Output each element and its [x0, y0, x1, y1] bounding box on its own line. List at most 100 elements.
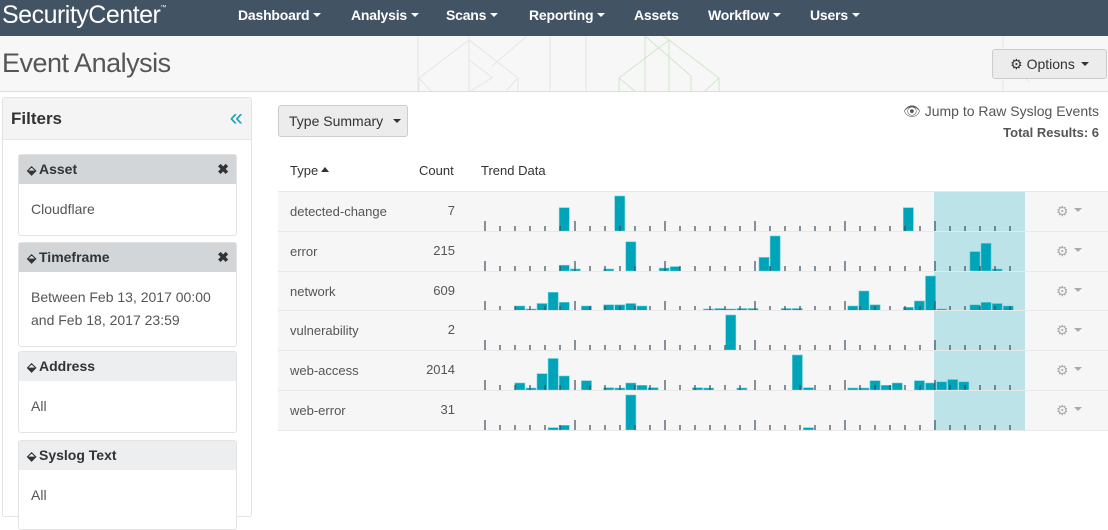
row-actions-button[interactable]: ⚙	[1056, 402, 1082, 419]
view-type-label: Type Summary	[289, 113, 384, 129]
trend-bar	[625, 394, 637, 430]
trend-bar	[980, 301, 992, 311]
caret-down-icon	[1073, 208, 1082, 213]
column-header-count[interactable]: Count	[419, 163, 454, 178]
filter-value[interactable]: All	[19, 470, 236, 521]
gear-icon: ⚙	[1056, 322, 1069, 339]
table-row[interactable]: detected-change 7 ⚙	[278, 191, 1108, 231]
nav-label: Workflow	[708, 7, 770, 23]
filter-address: ⬙ Address All	[18, 351, 237, 433]
options-label: Options	[1026, 56, 1075, 72]
pin-icon: ⬙	[27, 163, 37, 177]
column-header-type[interactable]: Type	[290, 163, 330, 178]
trend-bar	[558, 375, 570, 391]
trend-sparkline	[484, 391, 1025, 430]
filter-value[interactable]: Between Feb 13, 2017 00:00 and Feb 18, 2…	[19, 272, 236, 346]
jump-to-raw-link[interactable]: 👁︎ Jump to Raw Syslog Events	[903, 103, 1099, 120]
trend-bar	[969, 251, 981, 271]
trend-sparkline	[484, 311, 1025, 351]
pin-icon: ⬙	[27, 251, 37, 265]
nav-label: Reporting	[529, 7, 594, 23]
trend-bar	[725, 315, 737, 351]
nav-label: Analysis	[351, 7, 407, 23]
nav-assets[interactable]: Assets	[634, 0, 679, 36]
event-type: vulnerability	[290, 323, 359, 339]
table-row[interactable]: web-error 31 ⚙	[278, 390, 1108, 430]
filters-panel: Filters « ⬙ Asset ✖ Cloudflare ⬙ Timeframe…	[2, 97, 252, 530]
total-results: Total Results: 6	[1003, 125, 1099, 140]
trend-bar	[791, 354, 803, 391]
event-type: detected-change	[290, 204, 387, 219]
table-row[interactable]: error 215 ⚙	[278, 230, 1108, 271]
trend-bar	[980, 242, 992, 271]
trend-bar	[547, 291, 559, 311]
table-row[interactable]: network 609 ⚙	[278, 270, 1108, 311]
row-actions-button[interactable]: ⚙	[1056, 243, 1082, 260]
filter-value[interactable]: All	[19, 381, 236, 432]
event-count: 215	[433, 242, 455, 258]
pin-icon: ⬙	[27, 449, 37, 463]
caret-down-icon	[1073, 287, 1082, 292]
nav-label: Assets	[634, 7, 679, 23]
event-type: error	[290, 243, 318, 259]
nav-analysis[interactable]: Analysis	[351, 0, 419, 36]
caret-down-icon	[490, 13, 499, 18]
event-type: web-error	[290, 403, 346, 418]
close-icon[interactable]: ✖	[217, 243, 229, 272]
column-label: Type	[290, 163, 319, 178]
event-count: 2	[447, 322, 455, 338]
nav-workflow[interactable]: Workflow	[708, 0, 782, 36]
caret-down-icon	[1073, 327, 1082, 332]
filter-syslog-header[interactable]: ⬙ Syslog Text	[19, 441, 236, 470]
brand-logo[interactable]: SecurityCenter™	[2, 1, 166, 30]
caret-down-icon	[1073, 248, 1082, 253]
row-actions-button[interactable]: ⚙	[1056, 283, 1082, 300]
table-row[interactable]: vulnerability 2 ⚙	[278, 310, 1108, 351]
caret-down-icon	[1073, 367, 1082, 372]
row-actions-button[interactable]: ⚙	[1056, 203, 1082, 220]
event-type: web-access	[290, 363, 359, 379]
filters-header: Filters «	[3, 98, 251, 140]
filter-label: Syslog Text	[39, 447, 117, 463]
trend-bar	[947, 379, 959, 391]
filter-asset-header[interactable]: ⬙ Asset ✖	[19, 155, 236, 184]
filter-address-header[interactable]: ⬙ Address	[19, 352, 236, 381]
event-count: 7	[447, 203, 455, 218]
trend-sparkline	[484, 231, 1025, 271]
page-header: Event Analysis ⚙ Options	[0, 36, 1108, 92]
event-count: 2014	[426, 362, 455, 378]
column-label: Count	[419, 163, 454, 178]
row-actions-button[interactable]: ⚙	[1056, 322, 1082, 339]
table-row[interactable]: web-access 2014 ⚙	[278, 350, 1108, 391]
gear-icon: ⚙	[1010, 56, 1023, 72]
gear-icon: ⚙	[1056, 242, 1069, 259]
row-actions-button[interactable]: ⚙	[1056, 362, 1082, 379]
trend-bar	[547, 358, 559, 391]
view-type-select[interactable]: Type Summary	[278, 105, 408, 137]
gear-icon: ⚙	[1056, 362, 1069, 379]
close-icon[interactable]: ✖	[217, 155, 229, 184]
nav-scans[interactable]: Scans	[446, 0, 499, 36]
trend-bar	[625, 241, 637, 271]
filter-label: Address	[39, 358, 96, 374]
column-label: Trend Data	[481, 163, 546, 178]
trend-sparkline	[484, 351, 1025, 391]
table-divider	[278, 430, 1108, 431]
filter-timeframe-header[interactable]: ⬙ Timeframe ✖	[19, 243, 236, 272]
caret-down-icon	[597, 13, 606, 18]
nav-users[interactable]: Users	[810, 0, 860, 36]
filter-value[interactable]: Cloudflare	[19, 184, 236, 235]
eye-icon: 👁︎	[903, 103, 921, 119]
trend-highlight-region	[934, 391, 1025, 430]
gear-icon: ⚙	[1056, 402, 1069, 418]
brand-name: SecurityCenter	[2, 1, 161, 29]
gear-icon: ⚙	[1056, 282, 1069, 299]
nav-label: Scans	[446, 7, 487, 23]
nav-dashboard[interactable]: Dashboard	[238, 0, 322, 36]
nav-reporting[interactable]: Reporting	[529, 0, 606, 36]
trend-sparkline	[484, 271, 1025, 311]
trend-bar	[614, 195, 626, 231]
event-count: 31	[440, 402, 455, 417]
options-button[interactable]: ⚙ Options	[992, 49, 1107, 79]
double-chevron-left-icon[interactable]: «	[230, 106, 243, 130]
